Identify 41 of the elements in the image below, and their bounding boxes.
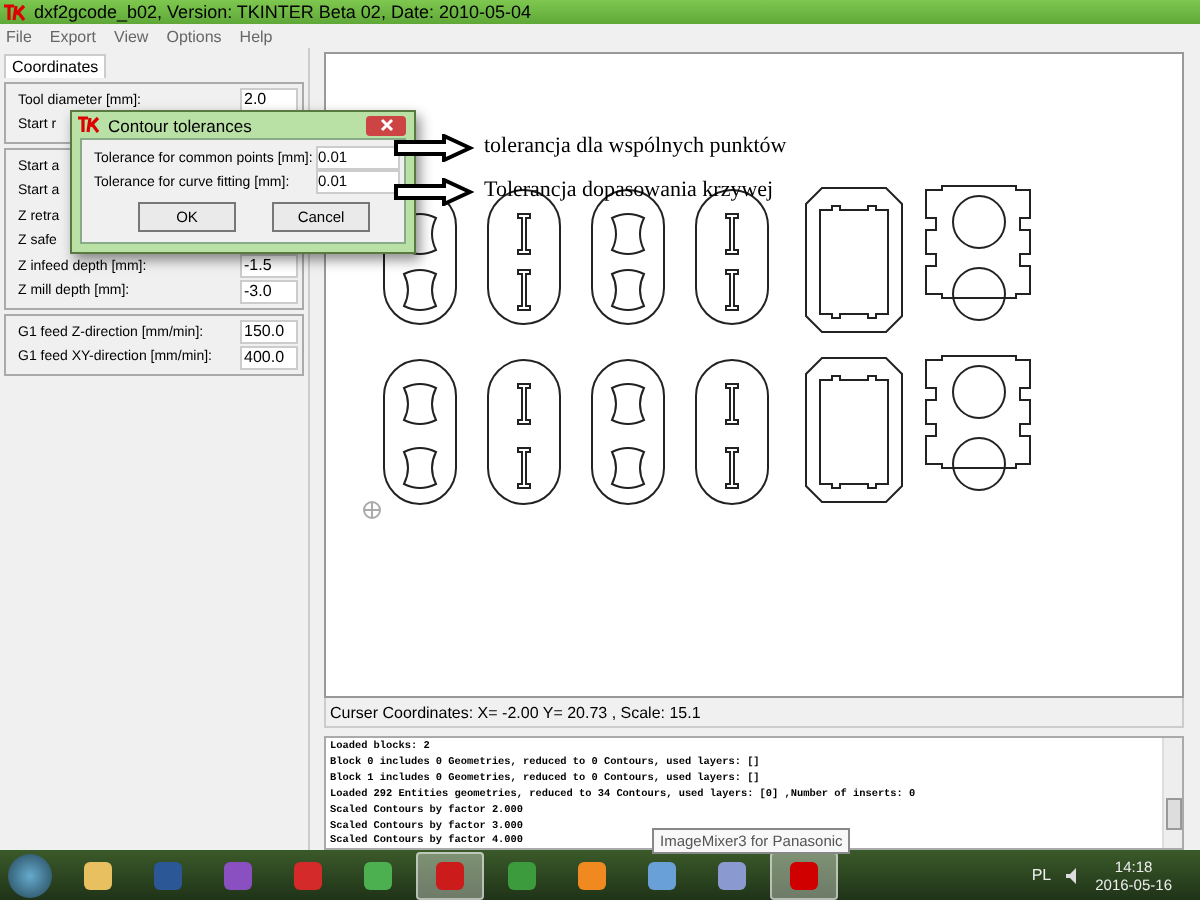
app-icon	[508, 861, 536, 889]
dialog-title: Contour tolerances	[108, 115, 252, 135]
app-icon	[790, 861, 818, 889]
annotation-text: tolerancja dla wspólnych punktów	[484, 132, 787, 160]
app-icon	[436, 861, 464, 889]
setting-field[interactable]: -1.5	[240, 254, 298, 279]
setting-field[interactable]: 2.0	[240, 88, 298, 113]
menu-item[interactable]: View	[114, 27, 149, 45]
language-indicator[interactable]: PL	[1031, 866, 1052, 884]
cut-part-drawing	[925, 185, 1031, 321]
close-icon	[379, 118, 393, 132]
start-button[interactable]	[8, 853, 52, 897]
taskbar-app[interactable]	[770, 851, 838, 899]
app-icon	[154, 861, 182, 889]
menu-item[interactable]: Export	[49, 27, 97, 45]
app-icon	[84, 861, 112, 889]
menu-item[interactable]: Help	[239, 27, 273, 45]
close-button[interactable]	[366, 115, 406, 135]
cursor-coordinates: Curser Coordinates: X= -2.00 Y= 20.73 , Scale: 15.1	[330, 703, 701, 721]
app-icon	[294, 861, 322, 889]
tk-logo-icon	[4, 3, 28, 21]
sidebar-tab[interactable]: Coordinates	[4, 54, 107, 78]
window-title: dxf2gcode_b02, Version: TKINTER Beta 02, Date: 2010-05-04	[34, 2, 531, 22]
cut-part-drawing	[925, 355, 1031, 491]
app-icon	[578, 861, 606, 889]
outline-arrow-icon	[394, 178, 474, 206]
app-icon	[364, 861, 392, 889]
app-icon	[224, 861, 252, 889]
setting-field[interactable]: 150.0	[240, 320, 298, 345]
origin-marker-icon	[363, 501, 381, 519]
taskbar-app[interactable]	[416, 851, 484, 899]
setting-field[interactable]: 400.0	[240, 345, 298, 370]
scrollbar[interactable]	[1162, 738, 1182, 848]
menu-item[interactable]: Options	[166, 27, 222, 45]
setting-field[interactable]: -3.0	[240, 279, 298, 304]
app-icon	[648, 861, 676, 889]
outline-arrow-icon	[394, 134, 474, 162]
scrollbar-thumb[interactable]	[1166, 798, 1182, 830]
app-icon	[718, 861, 746, 889]
menu-item[interactable]: File	[6, 27, 32, 45]
tk-logo-icon	[78, 116, 102, 134]
